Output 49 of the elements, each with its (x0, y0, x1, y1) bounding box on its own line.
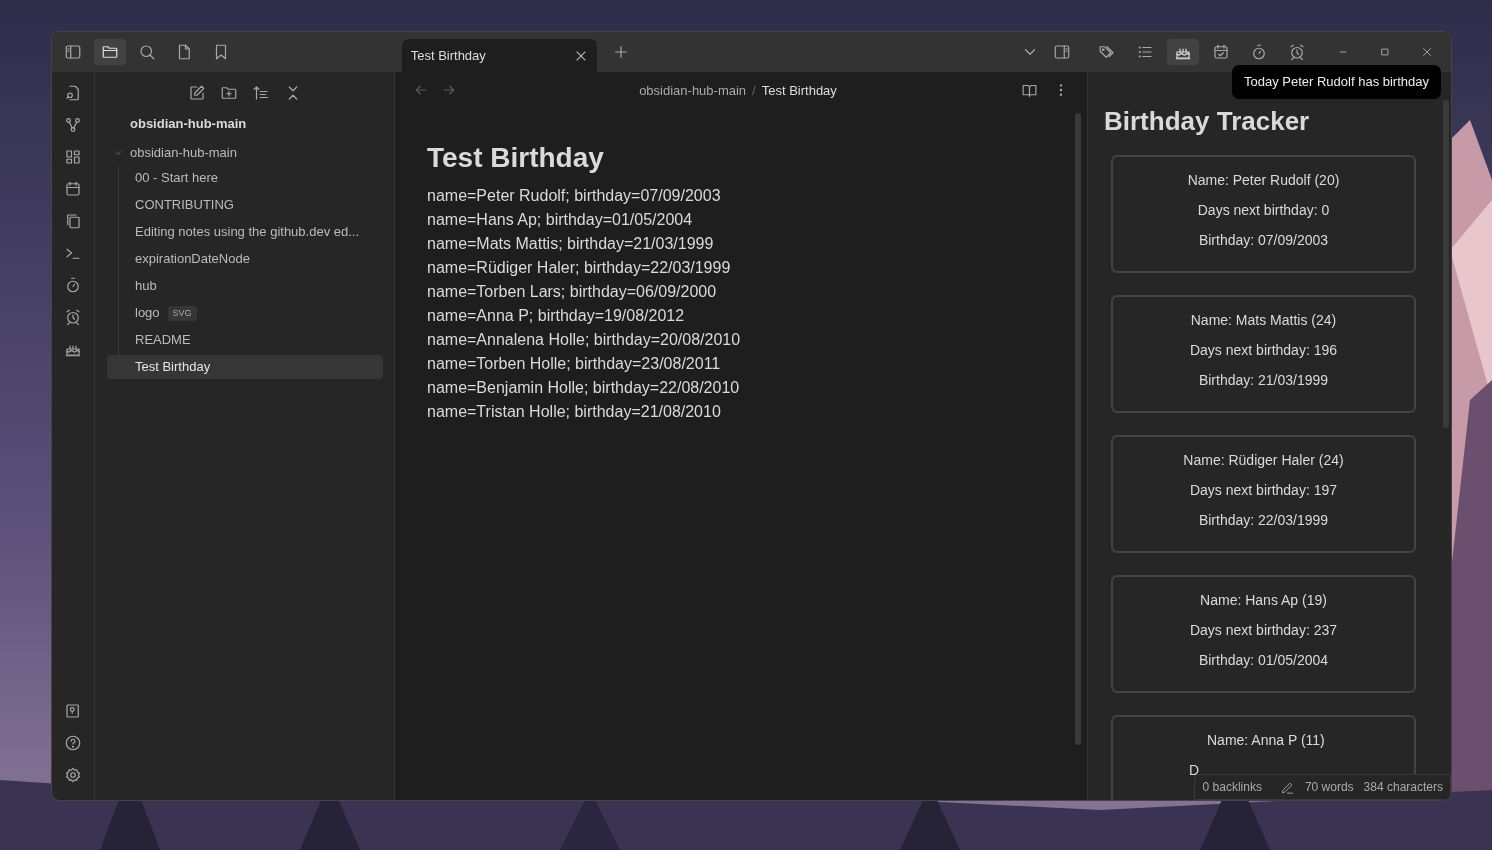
card-text: Birthday: 07/09/2003 (1198, 231, 1329, 249)
note-text-line: name=Peter Rudolf; birthday=07/09/2003 (427, 186, 722, 206)
card-text: Days next birthday: 196 (1189, 341, 1338, 359)
note-text-line: name=Anna P; birthday=19/08/2012 (427, 306, 686, 326)
tab[interactable]: Test Birthday (401, 39, 597, 72)
file-item[interactable]: hub (107, 274, 383, 298)
file-name: logo (135, 304, 160, 322)
card-text: Days next birthday: 237 (1189, 621, 1338, 639)
card-text: Birthday: 22/03/1999 (1198, 511, 1329, 529)
panel-title: Birthday Tracker (1104, 106, 1311, 137)
file-item[interactable]: README (107, 328, 383, 352)
breadcrumb-item[interactable]: Test Birthday (761, 82, 837, 98)
word-count: 70 words (1304, 780, 1354, 794)
backlinks-count[interactable]: 0 backlinks (1202, 780, 1262, 794)
note-text-line: name=Hans Ap; birthday=01/05/2004 (427, 210, 694, 230)
card-text: Birthday: 01/05/2004 (1198, 651, 1329, 669)
note-text-line: name=Mats Mattis; birthday=21/03/1999 (427, 234, 715, 254)
note-text-line: name=Torben Lars; birthday=06/09/2000 (427, 282, 718, 302)
vault-name: obsidian-hub-main (129, 115, 248, 133)
card-text: Name: Anna P (11) (1207, 731, 1325, 749)
cake-icon[interactable] (1167, 39, 1199, 65)
card-text: Name: Hans Ap (19) (1200, 591, 1327, 609)
file-item[interactable]: expirationDateNode (107, 247, 383, 271)
tooltip: Today Peter Rudolf has birthday (1232, 65, 1441, 99)
note-text-line: name=Torben Holle; birthday=23/08/2011 (427, 354, 722, 374)
card-text: D (1189, 761, 1200, 779)
breadcrumb-item[interactable]: obsidian-hub-main (639, 82, 747, 98)
file-item[interactable]: CONTRIBUTING (107, 193, 383, 217)
note-text-line: name=Rüdiger Haler; birthday=22/03/1999 (427, 258, 732, 278)
card-text: Name: Peter Rudolf (20) (1187, 171, 1340, 189)
breadcrumb-separator: / (752, 82, 756, 98)
file-item[interactable]: logo SVG (107, 301, 383, 325)
file-type-tag: SVG (167, 305, 197, 321)
note-text-line: name=Benjamin Holle; birthday=22/08/2010 (427, 378, 741, 398)
folder-icon[interactable] (94, 39, 126, 65)
card-text: Name: Mats Mattis (24) (1190, 311, 1337, 329)
character-count: 384 characters (1363, 780, 1443, 794)
card-text: Name: Rüdiger Haler (24) (1183, 451, 1344, 469)
note-text-line: name=Tristan Holle; birthday=21/08/2010 (427, 402, 722, 422)
card-text: Days next birthday: 197 (1189, 481, 1338, 499)
file-item[interactable]: 00 - Start here (107, 166, 383, 190)
file-item[interactable]: Editing notes using the github.dev ed... (107, 220, 383, 244)
scrollbar[interactable] (1075, 113, 1081, 745)
note-text-line: name=Annalena Holle; birthday=20/08/2010 (427, 330, 742, 350)
note-title: Test Birthday (427, 142, 605, 174)
card-text: Birthday: 21/03/1999 (1198, 371, 1329, 389)
file-item[interactable]: Test Birthday (107, 355, 383, 379)
folder-item[interactable]: obsidian-hub-main (106, 139, 383, 166)
card-text: Days next birthday: 0 (1197, 201, 1330, 219)
